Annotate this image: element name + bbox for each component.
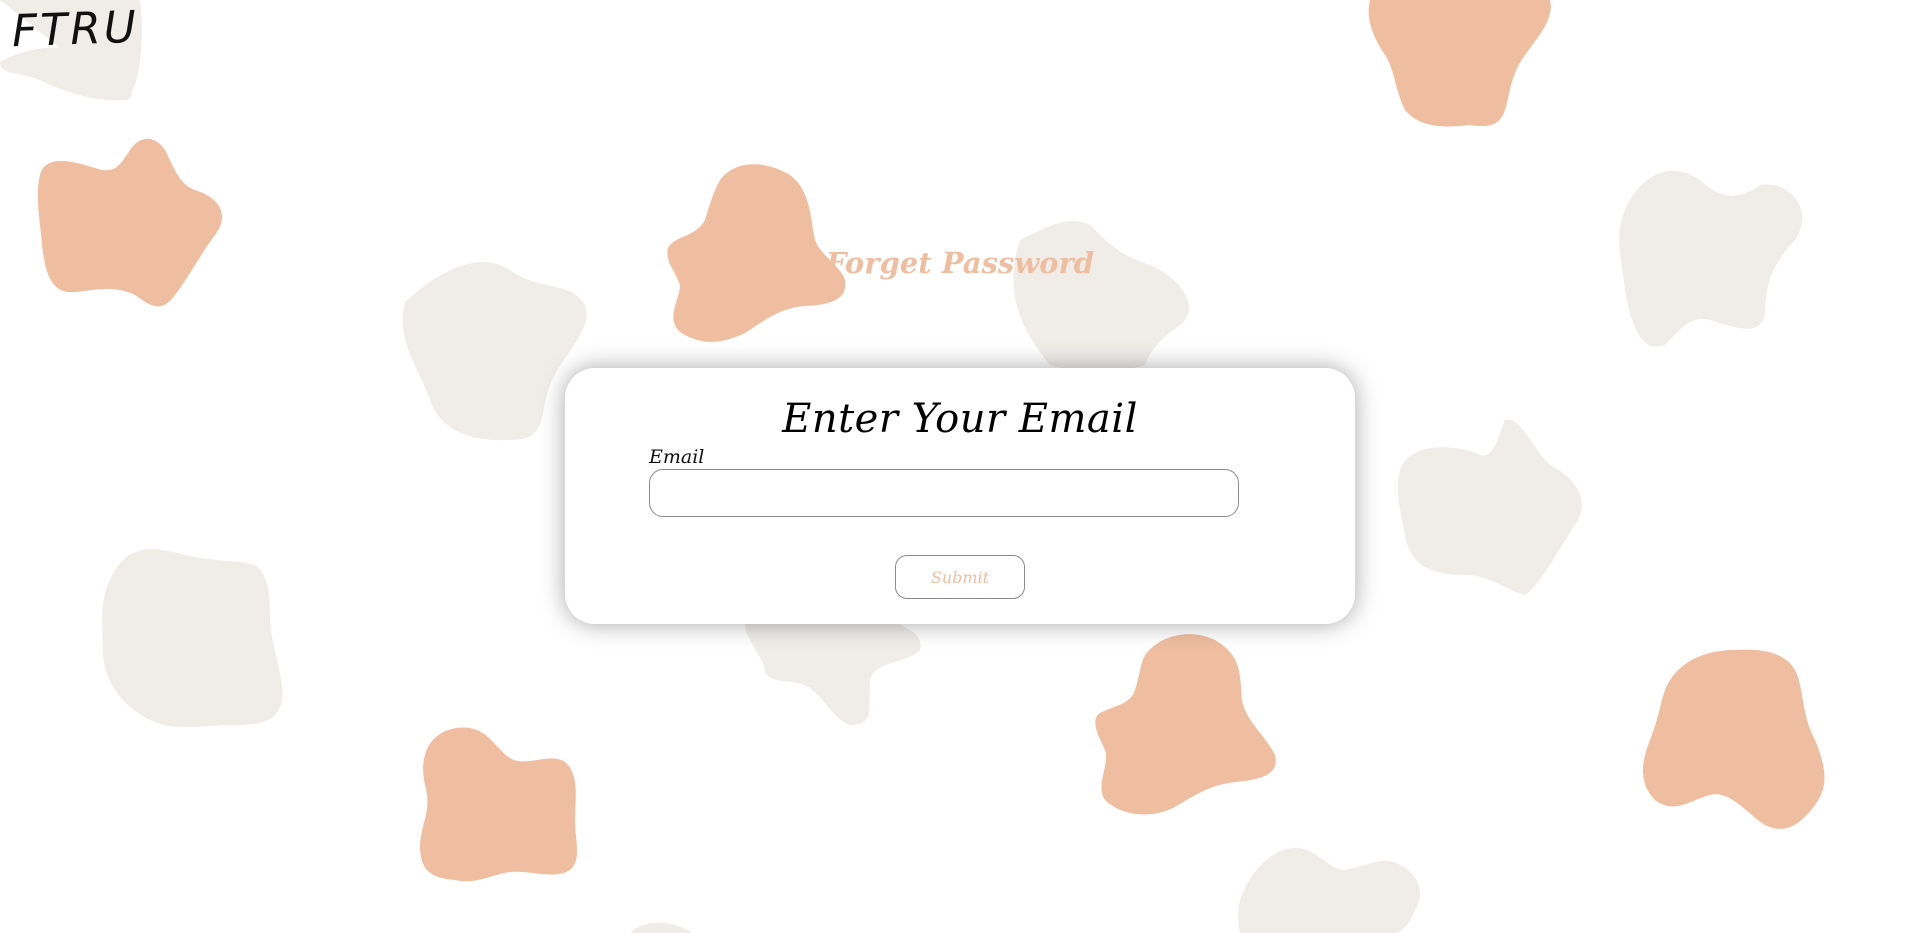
card-title: Enter Your Email — [782, 396, 1138, 442]
gray-blob — [1238, 847, 1420, 933]
forget-password-card: Enter Your Email Email Submit — [565, 368, 1355, 624]
logo[interactable]: FTRU — [11, 2, 140, 57]
email-field[interactable] — [649, 469, 1239, 517]
peach-blob — [1643, 649, 1825, 829]
page-title: Forget Password — [825, 246, 1095, 280]
page: FTRU Forget Password Enter Your Email Em… — [0, 0, 1920, 933]
gray-blob — [402, 261, 587, 441]
gray-blob — [1013, 220, 1189, 373]
peach-blob — [1368, 0, 1551, 127]
peach-blob — [1095, 634, 1276, 815]
peach-blob — [37, 138, 223, 307]
gray-blob — [630, 922, 692, 933]
gray-blob — [1397, 419, 1582, 595]
submit-button[interactable]: Submit — [895, 555, 1025, 599]
peach-blob — [420, 727, 578, 882]
email-label: Email — [649, 446, 705, 468]
gray-blob — [102, 549, 283, 728]
